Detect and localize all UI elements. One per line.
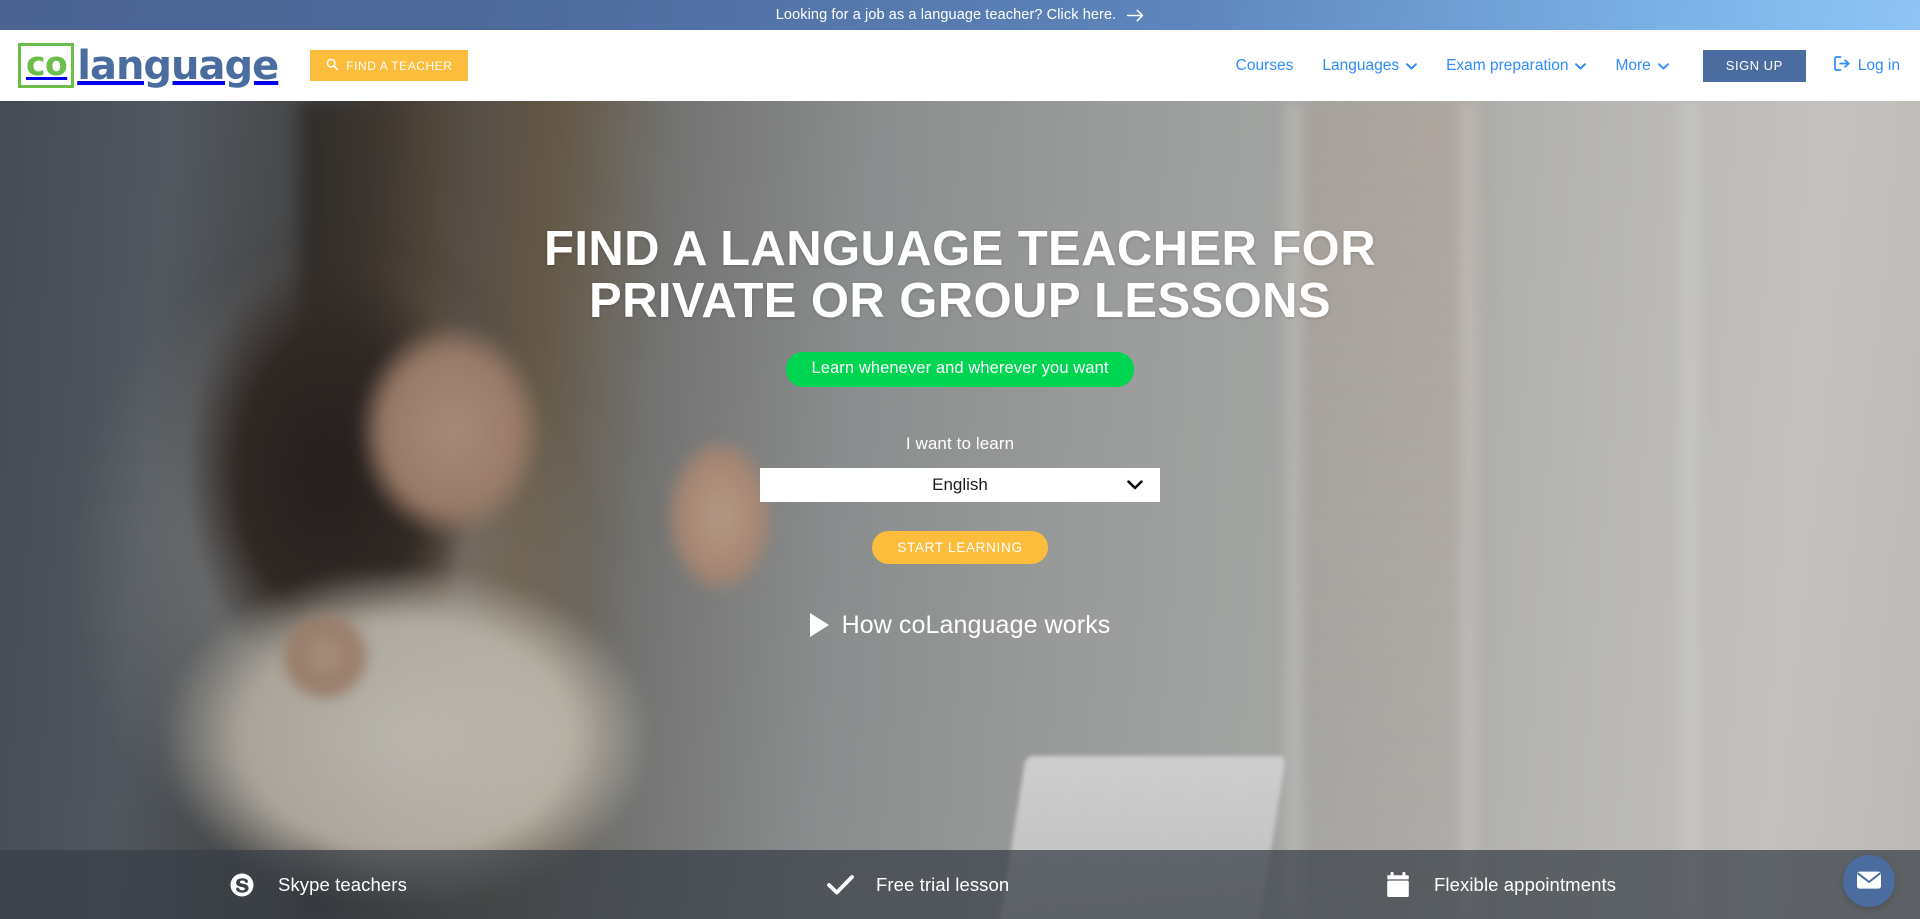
feature-label-free-trial-lesson: Free trial lesson xyxy=(876,873,1010,895)
contact-chat-button[interactable] xyxy=(1843,855,1895,907)
nav-item-courses[interactable]: Courses xyxy=(1236,57,1294,75)
start-learning-button[interactable]: START LEARNING xyxy=(872,530,1048,564)
chevron-down-icon xyxy=(1657,57,1669,75)
check-icon xyxy=(826,871,854,899)
site-header: co language FIND A TEACHER Courses Langu… xyxy=(0,30,1920,101)
logo-wordmark: language xyxy=(77,42,279,89)
feature-free-trial-lesson: Free trial lesson xyxy=(764,871,1362,899)
how-it-works-label: How coLanguage works xyxy=(841,610,1111,639)
nav-item-exam-preparation[interactable]: Exam preparation xyxy=(1446,56,1587,75)
log-in-link[interactable]: Log in xyxy=(1833,55,1900,76)
hero-title: Find a language teacher for private or g… xyxy=(544,222,1376,329)
promo-banner-text: Looking for a job as a language teacher?… xyxy=(775,7,1117,23)
language-select[interactable]: English xyxy=(760,467,1160,502)
calendar-icon xyxy=(1384,871,1412,899)
nav-label-courses: Courses xyxy=(1235,56,1294,74)
site-logo[interactable]: co language xyxy=(18,42,279,89)
logo-mark: co xyxy=(18,43,75,88)
nav-item-languages[interactable]: Languages xyxy=(1322,56,1418,75)
feature-label-skype-teachers: Skype teachers xyxy=(278,873,407,895)
nav-label-more: More xyxy=(1615,56,1651,74)
envelope-icon xyxy=(1856,870,1882,893)
promo-banner: Looking for a job as a language teacher?… xyxy=(0,0,1920,30)
chevron-down-icon xyxy=(1406,57,1418,75)
feature-skype-teachers: Skype teachers xyxy=(0,871,764,899)
how-it-works-video-link[interactable]: How coLanguage works xyxy=(809,610,1111,640)
sign-up-button[interactable]: SIGN UP xyxy=(1702,49,1806,82)
feature-label-flexible-appointments: Flexible appointments xyxy=(1434,873,1617,895)
nav-label-languages: Languages xyxy=(1322,56,1400,74)
play-icon xyxy=(809,613,829,638)
nav-label-exam-preparation: Exam preparation xyxy=(1446,56,1569,74)
chevron-down-icon xyxy=(1575,57,1587,75)
promo-banner-link[interactable]: Looking for a job as a language teacher?… xyxy=(776,7,1145,23)
main-navigation: Courses Languages Exam preparation More xyxy=(1236,57,1669,75)
language-select-wrapper: English xyxy=(760,467,1160,502)
hero-badge: Learn whenever and wherever you want xyxy=(786,351,1134,387)
feature-bar: Skype teachers Free trial lesson Flexibl… xyxy=(0,850,1920,919)
hero-content: Find a language teacher for private or g… xyxy=(0,101,1920,919)
skype-icon xyxy=(228,871,256,899)
find-a-teacher-label: FIND A TEACHER xyxy=(346,58,453,73)
search-icon xyxy=(326,58,339,73)
hero-section: Find a language teacher for private or g… xyxy=(0,101,1920,919)
feature-flexible-appointments: Flexible appointments xyxy=(1362,871,1920,899)
language-select-label: I want to learn xyxy=(905,433,1015,453)
log-in-label: Log in xyxy=(1857,56,1900,74)
nav-item-more[interactable]: More xyxy=(1615,56,1669,75)
sign-in-icon xyxy=(1833,55,1851,76)
arrow-right-icon xyxy=(1127,9,1144,22)
find-a-teacher-button[interactable]: FIND A TEACHER xyxy=(310,50,469,81)
